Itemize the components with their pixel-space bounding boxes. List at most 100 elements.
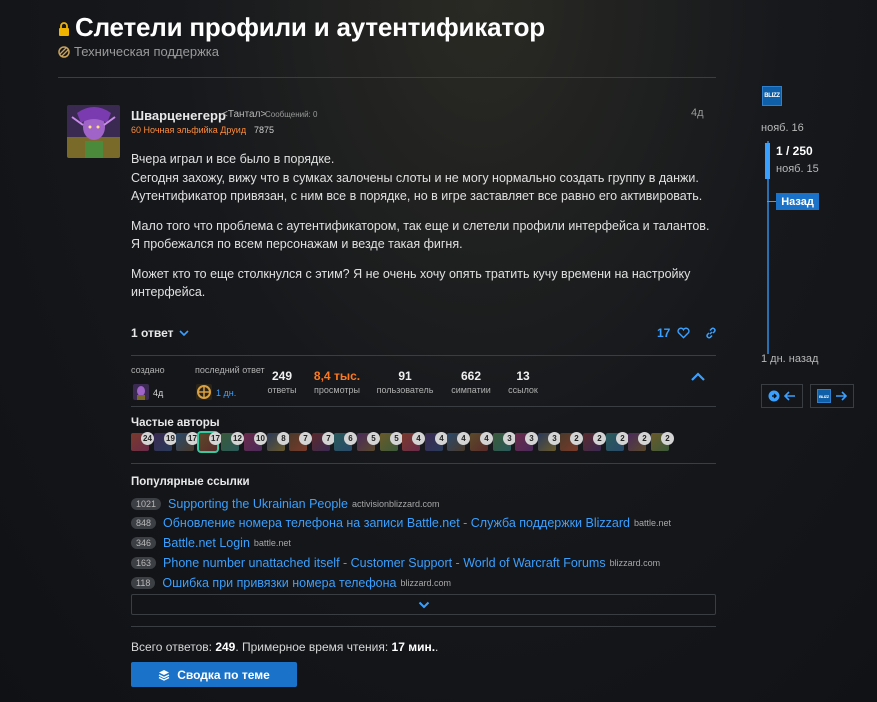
author-post-count-badge: 17 [186,432,199,445]
post-divider [131,355,716,356]
post-paragraph: Может кто то еще столкнулся с этим? Я не… [131,265,711,302]
last-reply-age[interactable]: 1 дн. [216,388,236,398]
show-more-links-button[interactable] [131,594,716,615]
timeline-position: 1 / 250 [776,144,813,158]
summary-replies: 249 [215,640,236,654]
timeline-back-button[interactable]: Назад [776,193,819,210]
author-post-count-badge: 12 [231,432,244,445]
author-post-count-badge: 4 [457,432,470,445]
link-domain: blizzard.com [609,558,661,568]
summary-button-label: Сводка по теме [177,667,270,682]
timeline-back-marker [767,201,776,202]
author-post-count-badge: 6 [344,432,357,445]
summary-time: 17 мин. [391,640,436,654]
link-click-count: 1021 [131,498,162,510]
link-title[interactable]: Battle.net Login [163,536,250,550]
stat-users-number: 91 [398,369,412,383]
topic-title: Слетели профили и аутентификатор [75,12,545,42]
author-post-count-badge: 10 [254,432,267,445]
stat-views-number: 8,4 тыс. [313,369,361,383]
frequent-authors-title: Частые авторы [131,417,220,429]
popular-link-item[interactable]: 1021 Supporting the Ukrainian People act… [131,497,440,511]
lock-icon [59,21,69,36]
arrow-right-icon [836,391,847,401]
author-post-count-badge: 2 [638,432,651,445]
creator-avatar[interactable] [133,384,149,400]
link-domain: battle.net [633,518,671,528]
popular-link-item[interactable]: 118 Ошибка при привязки номера телефона … [131,576,451,590]
link-click-count: 118 [131,577,156,589]
popular-link-item[interactable]: 346 Battle.net Login battle.net [131,536,291,550]
link-title[interactable]: Обновление номера телефона на записи Bat… [163,516,630,530]
author-post-count-badge: 2 [570,432,583,445]
stat-likes-label: симпатии [451,385,491,395]
timeline-position-date: нояб. 15 [776,163,819,175]
created-age[interactable]: 4д [153,388,163,398]
heart-icon[interactable] [677,327,690,339]
stat-likes: 662 симпатии [448,369,494,395]
chevron-down-icon [178,330,189,337]
stat-likes-number: 662 [460,369,482,383]
link-title[interactable]: Supporting the Ukrainian People [168,497,348,511]
popular-link-item[interactable]: 163 Phone number unattached itself - Cus… [131,556,660,570]
link-domain: battle.net [253,538,291,548]
frequent-authors-list: 24 19 17 17 12 10 8 7 7 6 5 5 4 4 4 4 3 3 3 2 2 2 2 2 [131,431,674,453]
authors-divider [131,463,716,464]
stat-views: 8,4 тыс. просмотры [311,369,363,395]
link-title[interactable]: Ошибка при привязки номера телефона [162,576,396,590]
last-reply-label: последний ответ [195,365,265,375]
post-body: Вчера играл и все было в порядке. Сегодн… [131,150,711,313]
link-click-count: 848 [131,517,157,529]
link-title[interactable]: Phone number unattached itself - Custome… [163,556,606,570]
author-post-count-badge: 24 [141,432,154,445]
topic-summary-button[interactable]: Сводка по теме [131,662,297,687]
author-avatar[interactable] [67,105,120,158]
post-line: Вчера играл и все было в порядке. [131,152,335,166]
last-replier-avatar[interactable] [196,384,212,400]
author-post-count-badge: 2 [593,432,606,445]
author-username[interactable]: Шварценегерр [131,108,226,123]
summary-prefix: Всего ответов: [131,640,216,654]
popular-link-item[interactable]: 848 Обновление номера телефона на записи… [131,516,671,530]
link-icon[interactable] [705,327,717,339]
circle-arrow-right-icon [768,390,780,402]
chevron-up-icon[interactable] [690,371,706,383]
post-date[interactable]: 4д [691,107,704,119]
author-post-count-badge: 4 [412,432,425,445]
post-line: Может кто то еще столкнулся с этим? Я не… [131,266,691,300]
author-post-count-badge: 7 [299,432,312,445]
timeline-end-date[interactable]: 1 дн. назад [761,353,818,365]
author-post-count-badge: 2 [661,432,674,445]
author-post-count-badge: 5 [367,432,380,445]
author-post-count: Сообщений: 0 [265,110,318,119]
timeline-scroll-handle[interactable] [765,143,770,179]
like-count[interactable]: 17 [657,326,670,340]
chevron-down-icon [418,601,429,608]
author-post-count-badge: 3 [525,432,538,445]
blizzard-logo-icon[interactable]: BLIZZ [762,86,782,106]
author-post-count-badge: 4 [480,432,493,445]
post-paragraph: Вчера играл и все было в порядке. Сегодн… [131,150,711,206]
blizzard-logo-icon: BLIZZ [817,389,831,403]
stat-replies-number: 249 [271,369,293,383]
post-paragraph: Мало того что проблема с аутентификаторо… [131,217,711,254]
author-realm: <Тантал> [222,109,267,120]
reading-summary: Всего ответов: 249. Примерное время чтен… [131,640,438,654]
category-link[interactable]: Техническая поддержка [58,44,219,59]
summary-mid: . Примерное время чтения: [235,640,392,654]
show-replies-button[interactable]: 1 ответ [131,326,189,340]
post-line: Аутентификатор привязан, с ним все в пор… [131,189,703,203]
stat-users-label: пользователь [376,385,434,395]
category-icon [58,45,70,58]
character-info: 60 Ночная эльфийка Друид [131,125,247,135]
jump-to-last-button[interactable]: BLIZZ [810,384,854,408]
post-line: Мало того что проблема с аутентификаторо… [131,218,710,252]
link-click-count: 163 [131,557,157,569]
timeline-start-date[interactable]: нояб. 16 [761,122,804,134]
replies-label: 1 ответ [131,326,174,340]
popular-links-title: Популярные ссылки [131,476,250,488]
layers-icon [158,669,170,681]
summary-suffix: . [435,640,439,654]
jump-to-first-button[interactable] [761,384,803,408]
stat-links: 13 ссылок [506,369,540,395]
